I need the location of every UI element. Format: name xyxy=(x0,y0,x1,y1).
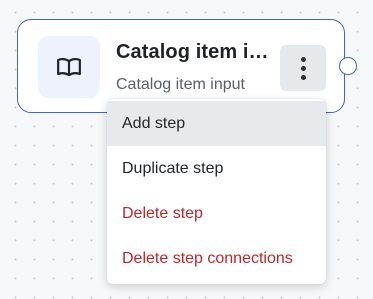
menu-item-duplicate-step[interactable]: Duplicate step xyxy=(107,146,326,191)
more-vertical-icon xyxy=(300,56,306,62)
menu-item-delete-step[interactable]: Delete step xyxy=(107,191,326,236)
more-vertical-icon-dot xyxy=(300,74,306,80)
node-subtitle: Catalog item input xyxy=(116,76,245,93)
more-vertical-icon-dot xyxy=(300,65,306,71)
menu-item-add-step[interactable]: Add step xyxy=(107,101,326,146)
output-connector-handle[interactable] xyxy=(339,57,357,75)
node-title: Catalog item input xyxy=(116,41,274,63)
node-icon-container xyxy=(38,36,100,98)
step-context-menu: Add step Duplicate step Delete step Dele… xyxy=(107,99,326,284)
menu-item-delete-step-connections[interactable]: Delete step connections xyxy=(107,236,326,281)
book-open-icon xyxy=(57,58,81,77)
more-options-button[interactable] xyxy=(280,45,326,91)
